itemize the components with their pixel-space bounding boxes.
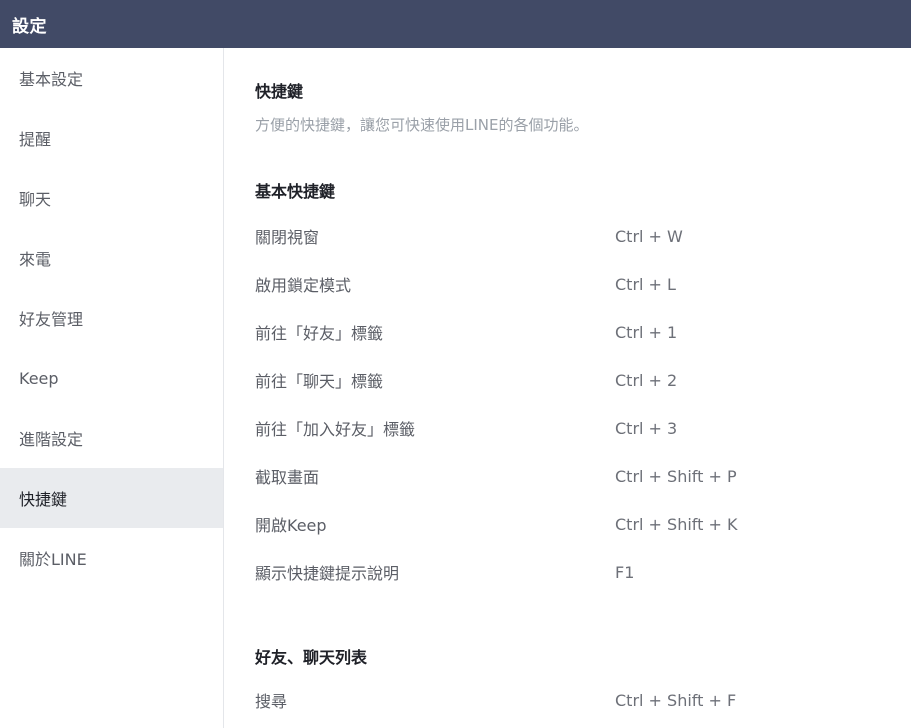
sidebar-item-basic[interactable]: 基本設定	[0, 48, 223, 108]
shortcut-row: 啟用鎖定模式 Ctrl + L	[255, 260, 895, 308]
shortcut-row: 截取畫面 Ctrl + Shift + P	[255, 452, 895, 500]
shortcut-action: 前往「加入好友」標籤	[255, 420, 416, 439]
sidebar-item-friends[interactable]: 好友管理	[0, 288, 223, 348]
shortcut-action: 前往「好友」標籤	[255, 324, 384, 343]
page-title: 快捷鍵	[255, 82, 304, 101]
shortcut-action: 開啟Keep	[255, 516, 327, 535]
window-title: 設定	[12, 16, 47, 37]
sidebar-item-notifications[interactable]: 提醒	[0, 108, 223, 168]
shortcut-action: 前往「聊天」標籤	[255, 372, 384, 391]
sidebar-item-chats[interactable]: 聊天	[0, 168, 223, 228]
shortcut-action: 關閉視窗	[255, 228, 320, 247]
shortcut-row: 開啟Keep Ctrl + Shift + K	[255, 500, 895, 548]
shortcut-action: 搜尋	[255, 692, 288, 711]
sidebar-item-shortcuts[interactable]: 快捷鍵	[0, 468, 223, 528]
sidebar-item-advanced[interactable]: 進階設定	[0, 408, 223, 468]
shortcut-keys: Ctrl + Shift + P	[615, 466, 737, 486]
shortcut-row: 前往「聊天」標籤 Ctrl + 2	[255, 356, 895, 404]
shortcut-keys: Ctrl + Shift + F	[615, 690, 737, 710]
shortcut-row: 搜尋 Ctrl + Shift + F	[255, 676, 895, 724]
section-title-friends-chats: 好友、聊天列表	[255, 648, 368, 667]
shortcut-action: 啟用鎖定模式	[255, 276, 352, 295]
page-subtitle: 方便的快捷鍵，讓您可快速使用LINE的各個功能。	[255, 116, 589, 134]
shortcut-keys: F1	[615, 562, 635, 582]
shortcut-row: 關閉視窗 Ctrl + W	[255, 212, 895, 260]
settings-window: 設定 基本設定 提醒 聊天 來電 好友管理 Keep 進階設定 快捷鍵 關於LI…	[0, 0, 911, 728]
shortcut-row: 前往「好友」標籤 Ctrl + 1	[255, 308, 895, 356]
shortcut-row: 前往「加入好友」標籤 Ctrl + 3	[255, 404, 895, 452]
shortcut-action: 截取畫面	[255, 468, 320, 487]
shortcut-keys: Ctrl + Shift + K	[615, 514, 738, 534]
shortcut-row: 顯示快捷鍵提示說明 F1	[255, 548, 895, 596]
shortcut-keys: Ctrl + L	[615, 274, 676, 294]
shortcut-keys: Ctrl + 2	[615, 370, 678, 390]
title-bar: 設定	[0, 0, 911, 48]
sidebar-item-about[interactable]: 關於LINE	[0, 528, 223, 588]
shortcut-keys: Ctrl + 3	[615, 418, 678, 438]
shortcuts-panel: 快捷鍵 方便的快捷鍵，讓您可快速使用LINE的各個功能。 基本快捷鍵 關閉視窗 …	[225, 48, 911, 728]
section-title-basic: 基本快捷鍵	[255, 182, 336, 201]
sidebar-item-calls[interactable]: 來電	[0, 228, 223, 288]
shortcut-action: 顯示快捷鍵提示說明	[255, 564, 400, 583]
settings-sidebar: 基本設定 提醒 聊天 來電 好友管理 Keep 進階設定 快捷鍵 關於LINE	[0, 48, 224, 728]
sidebar-item-keep[interactable]: Keep	[0, 348, 223, 408]
shortcut-keys: Ctrl + 1	[615, 322, 678, 342]
shortcut-keys: Ctrl + W	[615, 226, 683, 246]
